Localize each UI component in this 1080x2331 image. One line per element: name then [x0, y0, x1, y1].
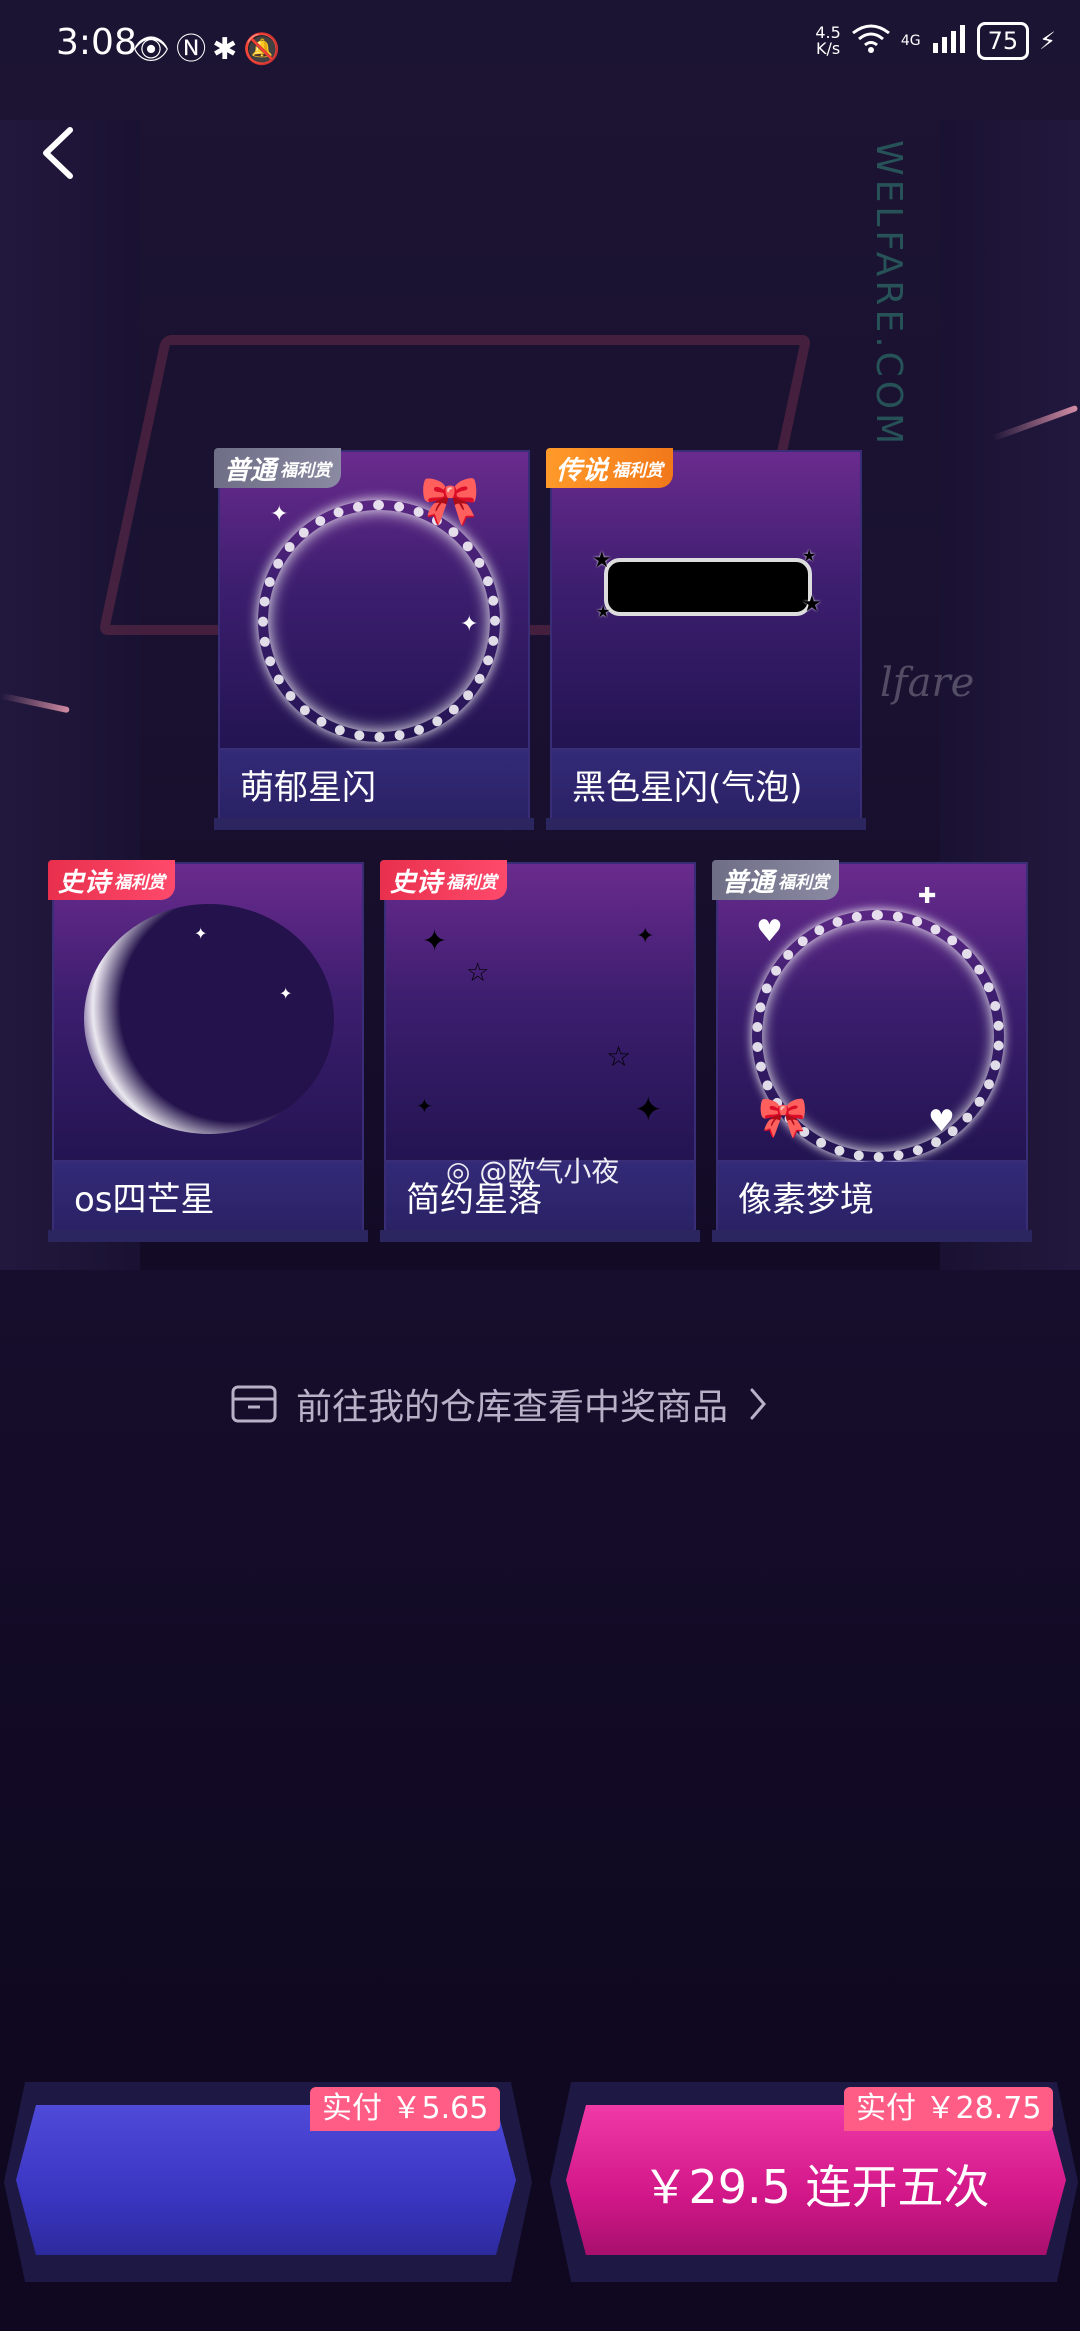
- star-icon: ✦: [636, 924, 655, 949]
- prize-image-frame: ✦ ☆ ✦ ☆ ✦ ✦: [384, 862, 696, 1162]
- nfc-icon: Ⓝ: [176, 32, 213, 67]
- star-icon: ☆: [606, 1040, 632, 1073]
- prize-card[interactable]: ✦ ✦ 史诗 福利赏 os四芒星: [48, 860, 368, 1242]
- prize-name: 萌郁星闪: [240, 768, 376, 808]
- network-speed: 4.5 K/s: [815, 25, 840, 57]
- signal-icon: [931, 23, 967, 59]
- status-icons-left: 👁Ⓝ✱🔕: [132, 24, 287, 68]
- wifi-icon: [851, 23, 891, 59]
- draw-five-label: ￥29.5 连开五次: [642, 2160, 990, 2214]
- back-button[interactable]: [30, 118, 90, 188]
- rarity-label: 传说: [556, 455, 609, 486]
- star-icon: ✦: [460, 612, 479, 637]
- network-type: 4G: [900, 33, 921, 49]
- watermark-text: @欧气小夜: [479, 1155, 620, 1188]
- card-base: [546, 818, 866, 830]
- bluetooth-icon: ✱: [212, 32, 244, 67]
- prize-name: 像素梦境: [738, 1180, 874, 1220]
- prize-image-frame: 🎀 ✦ ✦: [218, 450, 530, 750]
- heart-icon: ♥: [756, 914, 783, 949]
- status-time: 3:08: [56, 22, 137, 63]
- rarity-tag: 福利赏: [778, 872, 830, 893]
- battery-level: 75: [976, 22, 1030, 60]
- bubble-frame-image: [604, 558, 812, 616]
- rarity-badge: 普通 福利赏: [214, 448, 342, 488]
- star-icon: ★: [802, 546, 817, 565]
- star-icon: ✦: [279, 984, 293, 1003]
- chevron-left-icon: [43, 127, 73, 179]
- star-icon: ★: [592, 548, 612, 573]
- prize-name: os四芒星: [74, 1180, 215, 1220]
- card-base: [712, 1230, 1032, 1242]
- star-icon: ✦: [194, 924, 208, 943]
- rarity-badge: 史诗 福利赏: [380, 860, 508, 900]
- card-base: [214, 818, 534, 830]
- heart-icon: ♥: [928, 1104, 955, 1139]
- charging-icon: ⚡: [1039, 27, 1056, 55]
- rarity-badge: 普通 福利赏: [712, 860, 840, 900]
- star-icon: ✦: [634, 1090, 663, 1130]
- background-script-text: lfare: [880, 660, 975, 706]
- star-icon: ★: [596, 602, 611, 621]
- prize-image-frame: ♥ ♥ 🎀 ✚: [716, 862, 1028, 1162]
- price-tag-left: 实付 ￥5.65: [310, 2087, 501, 2131]
- rarity-tag: 福利赏: [612, 460, 664, 481]
- weibo-watermark: ◎ @欧气小夜: [446, 1150, 619, 1190]
- warehouse-link[interactable]: 前往我的仓库查看中奖商品: [230, 1378, 770, 1430]
- rarity-tag: 福利赏: [446, 872, 498, 893]
- prize-card[interactable]: 🎀 ✦ ✦ 普通 福利赏 萌郁星闪: [214, 448, 534, 830]
- star-icon: ✦: [270, 502, 289, 527]
- prize-image-frame: ★ ★ ★ ★: [550, 450, 862, 750]
- bow-icon: 🎀: [758, 1095, 808, 1141]
- sparkle-icon: ✚: [918, 884, 937, 909]
- chevron-right-icon: [750, 1388, 766, 1420]
- avatar-frame-image: [84, 904, 334, 1134]
- star-icon: ✦: [422, 924, 448, 959]
- card-base: [48, 1230, 368, 1242]
- prize-name: 黑色星闪(气泡): [572, 768, 803, 808]
- prize-card[interactable]: ★ ★ ★ ★ 传说 福利赏 黑色星闪(气泡): [546, 448, 866, 830]
- price-tag-right: 实付 ￥28.75: [844, 2087, 1054, 2131]
- card-base: [380, 1230, 700, 1242]
- rarity-label: 史诗: [58, 867, 111, 898]
- mute-icon: 🔕: [243, 32, 287, 67]
- rarity-tag: 福利赏: [114, 872, 166, 893]
- bow-icon: 🎀: [420, 473, 480, 529]
- background-vertical-text: WELFARE.COM: [868, 140, 909, 449]
- status-icons-right: 4.5 K/s 4G 75 ⚡: [815, 22, 1056, 60]
- star-icon: ★: [802, 592, 822, 617]
- warehouse-link-label: 前往我的仓库查看中奖商品: [296, 1387, 729, 1428]
- prize-image-frame: ✦ ✦: [52, 862, 364, 1162]
- network-speed-unit: K/s: [815, 39, 841, 58]
- prize-card[interactable]: ♥ ♥ 🎀 ✚ 普通 福利赏 像素梦境: [712, 860, 1032, 1242]
- rarity-tag: 福利赏: [280, 460, 332, 481]
- rarity-label: 普通: [224, 455, 277, 486]
- star-icon: ✦: [416, 1094, 433, 1118]
- eye-icon: 👁: [132, 32, 177, 67]
- rarity-label: 史诗: [390, 867, 443, 898]
- star-icon: ☆: [466, 958, 490, 988]
- rarity-badge: 史诗 福利赏: [48, 860, 176, 900]
- rarity-badge: 传说 福利赏: [546, 448, 674, 488]
- rarity-label: 普通: [722, 867, 775, 898]
- status-bar: 3:08 👁Ⓝ✱🔕 4.5 K/s 4G 75 ⚡: [0, 0, 1080, 88]
- weibo-icon: ◎: [446, 1155, 471, 1188]
- box-icon: [231, 1385, 277, 1423]
